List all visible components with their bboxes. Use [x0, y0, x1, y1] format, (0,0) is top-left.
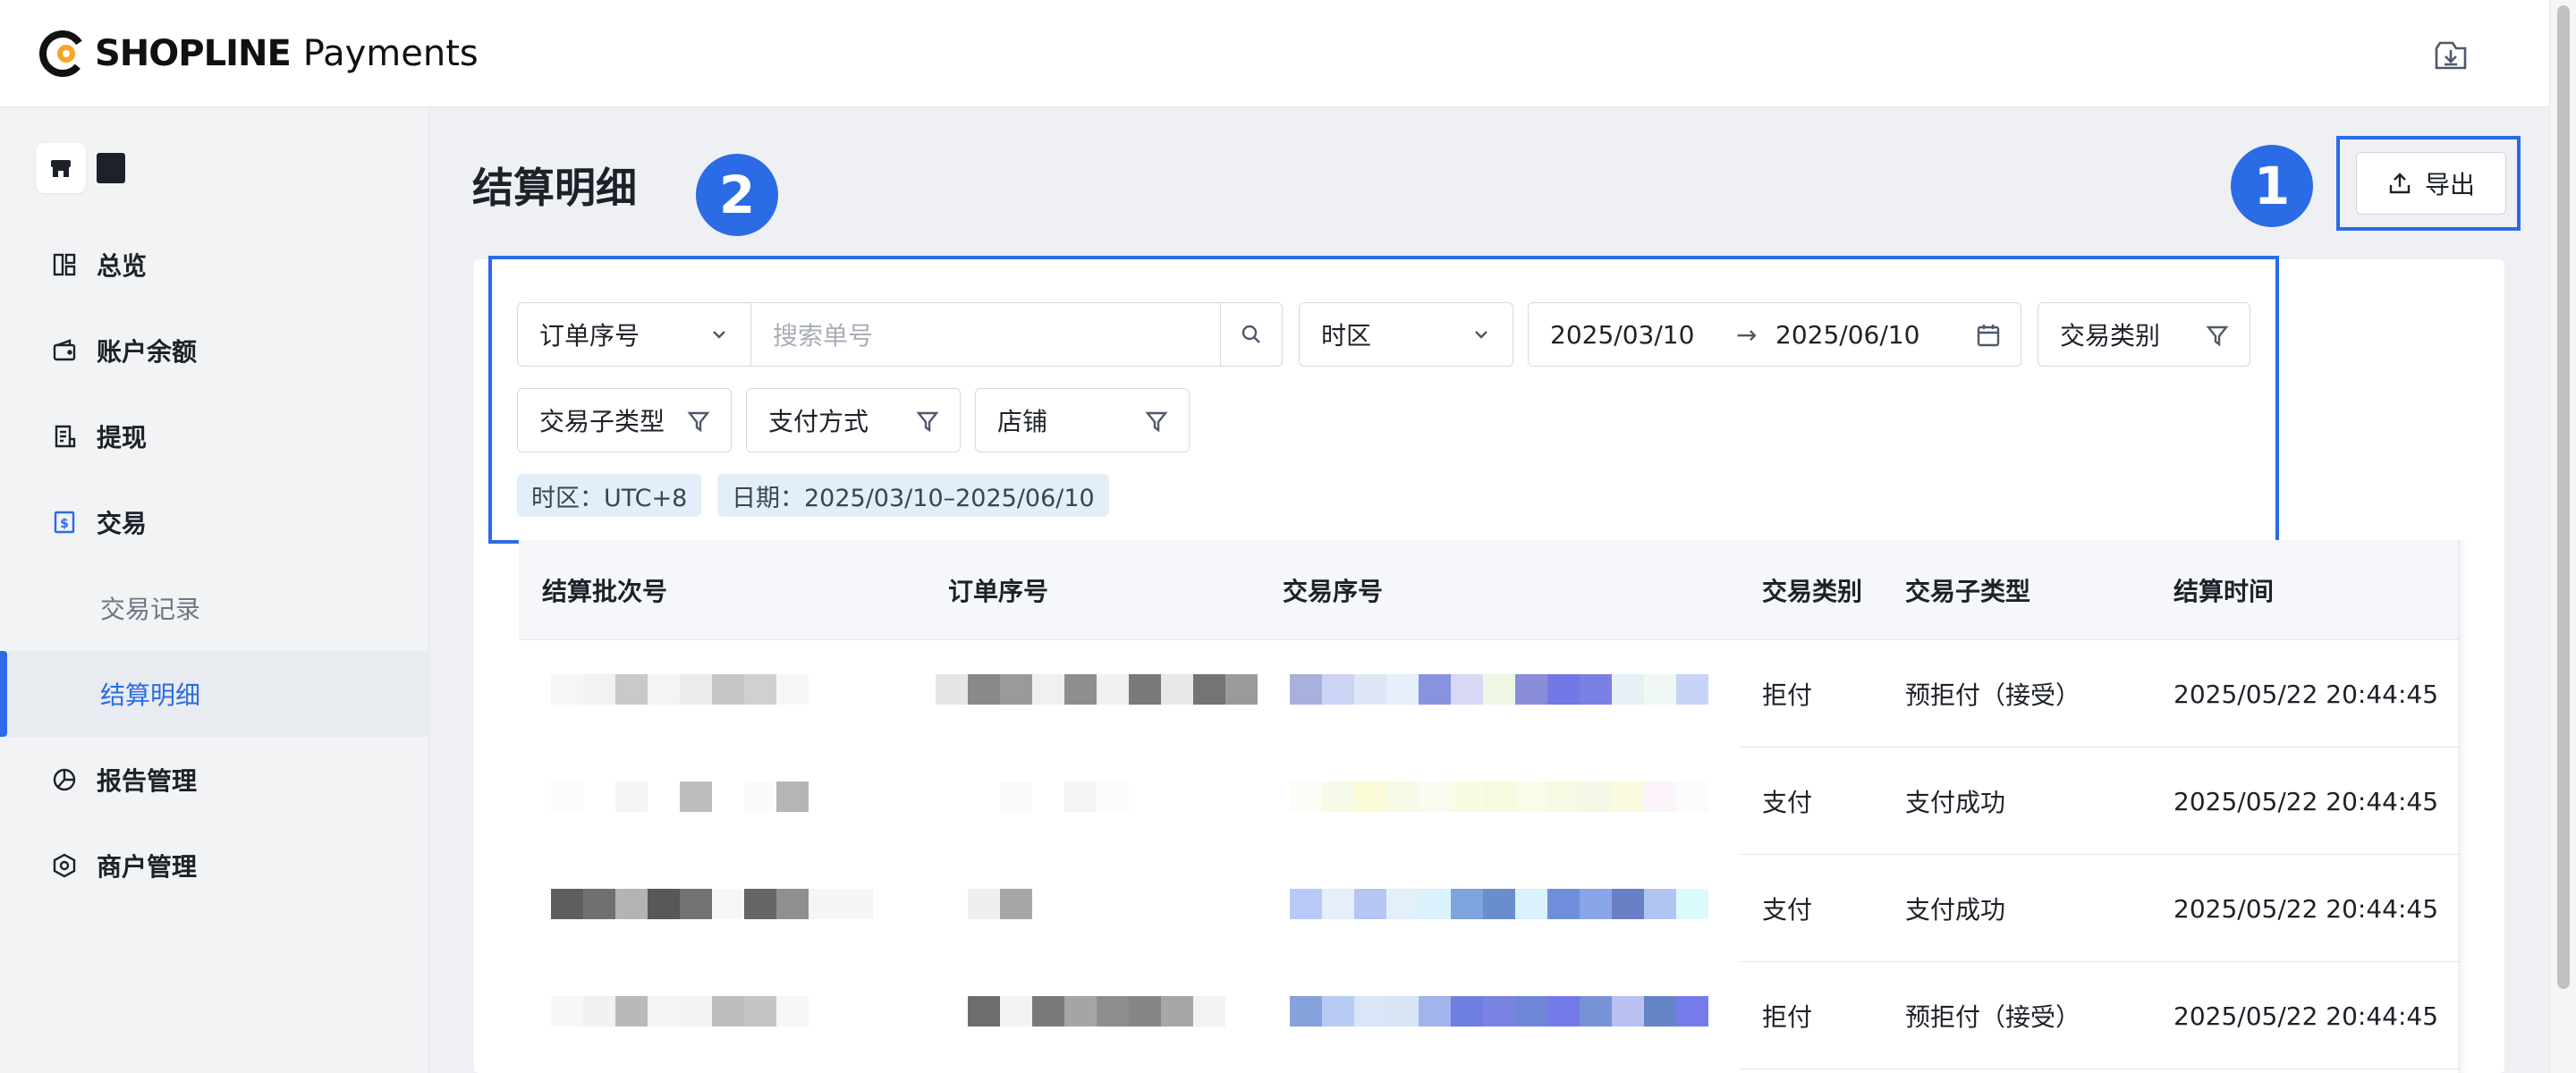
upload-icon: [2387, 171, 2412, 196]
top-bar: SHOPLINE Payments: [0, 0, 2549, 107]
sidebar-item-overview[interactable]: 总览: [0, 222, 429, 308]
page-scrollbar[interactable]: [2549, 0, 2576, 1073]
sidebar-item-settlement-details[interactable]: 结算明细: [0, 651, 429, 737]
sidebar-item-label: 总览: [97, 251, 148, 281]
cell-txn-subtype: 预拒付（接受）: [1905, 1002, 2081, 1032]
column-header-batch: 结算批次号: [542, 577, 668, 606]
column-header-order: 订单序号: [948, 577, 1049, 606]
redacted-txn-id: [1290, 996, 1708, 1027]
sidebar-item-label: 交易记录: [100, 595, 201, 624]
redacted-txn-id: [1290, 674, 1708, 705]
sidebar-item-label: 账户余额: [97, 337, 198, 367]
sidebar-item-label: 商户管理: [97, 852, 198, 882]
column-header-txn-id: 交易序号: [1283, 577, 1384, 606]
withdraw-icon: [50, 422, 79, 451]
sidebar-item-merchant[interactable]: 商户管理: [0, 823, 429, 908]
redacted-txn-id: [1290, 782, 1708, 812]
store-icon: [36, 143, 86, 193]
download-icon[interactable]: [2429, 34, 2472, 77]
brand-name: SHOPLINE: [95, 33, 292, 74]
sidebar-item-label: 结算明细: [100, 680, 201, 710]
redacted-order-id: [936, 889, 1032, 919]
cell-txn-subtype: 预拒付（接受）: [1905, 680, 2081, 710]
redacted-batch-id: [551, 889, 873, 919]
cell-settle-time: 2025/05/22 20:44:45: [2174, 679, 2439, 709]
cell-txn-type: 支付: [1762, 895, 1813, 925]
sidebar-item-transaction-records[interactable]: 交易记录: [0, 565, 429, 651]
table-row[interactable]: 支付 支付成功 2025/05/22 20:44:45: [519, 748, 2460, 855]
wallet-icon: [50, 336, 79, 365]
cell-txn-type: 拒付: [1762, 680, 1813, 710]
redacted-order-id: [936, 674, 1258, 705]
filter-highlight-frame: [488, 256, 2279, 544]
redacted-batch-id: [551, 674, 809, 705]
column-header-settle-time: 结算时间: [2174, 577, 2275, 606]
shopline-logo-icon: [39, 30, 86, 77]
store-switcher[interactable]: [36, 143, 125, 193]
column-header-txn-subtype: 交易子类型: [1905, 577, 2031, 606]
redacted-batch-id: [551, 996, 809, 1027]
table-row[interactable]: 拒付 预拒付（接受） 2025/05/22 20:44:45: [519, 640, 2460, 748]
sidebar-item-reports[interactable]: 报告管理: [0, 737, 429, 823]
cell-txn-type: 支付: [1762, 788, 1813, 817]
export-label: 导出: [2424, 170, 2475, 199]
table-header: 结算批次号 订单序号 交易序号 交易类别 交易子类型 结算时间: [519, 540, 2460, 640]
dashboard-icon: [50, 250, 79, 279]
cell-settle-time: 2025/05/22 20:44:45: [2174, 1001, 2439, 1031]
redacted-batch-id: [551, 782, 809, 812]
redacted-txn-id: [1290, 889, 1708, 919]
sidebar-item-label: 交易: [97, 509, 148, 538]
store-name-redacted: [97, 153, 125, 183]
product-name: Payments: [302, 33, 479, 74]
redacted-order-id: [936, 996, 1225, 1027]
table-scroll-shadow: [2458, 540, 2467, 1073]
cell-txn-type: 拒付: [1762, 1002, 1813, 1032]
redacted-order-id: [936, 782, 1129, 812]
table-row[interactable]: 支付 支付成功 2025/05/22 20:44:45: [519, 855, 2460, 962]
export-button[interactable]: 导出: [2356, 152, 2506, 215]
cell-settle-time: 2025/05/22 20:44:45: [2174, 786, 2439, 816]
export-highlight-frame: 导出: [2336, 136, 2521, 231]
sidebar: 总览 账户余额 提现 $ 交易 交易记录 结算明细 报告管理 商户管理: [0, 107, 429, 1073]
transaction-icon: $: [50, 508, 79, 536]
sidebar-item-label: 报告管理: [97, 766, 198, 796]
report-icon: [50, 765, 79, 794]
scrollbar-thumb[interactable]: [2557, 5, 2570, 989]
table-row[interactable]: 拒付 预拒付（接受） 2025/05/22 20:44:45: [519, 962, 2460, 1069]
cell-settle-time: 2025/05/22 20:44:45: [2174, 893, 2439, 924]
cell-txn-subtype: 支付成功: [1905, 788, 2006, 817]
sidebar-item-transactions[interactable]: $ 交易: [0, 479, 429, 565]
column-header-txn-type: 交易类别: [1762, 577, 1863, 606]
page-title: 结算明细: [472, 164, 637, 212]
annotation-badge-2: 2: [696, 154, 778, 236]
cell-txn-subtype: 支付成功: [1905, 895, 2006, 925]
svg-text:$: $: [60, 517, 69, 531]
sidebar-item-label: 提现: [97, 423, 148, 452]
sidebar-item-balance[interactable]: 账户余额: [0, 308, 429, 393]
merchant-icon: [50, 851, 79, 880]
annotation-badge-1: 1: [2231, 145, 2313, 227]
sidebar-item-withdraw[interactable]: 提现: [0, 393, 429, 479]
active-indicator: [0, 651, 7, 737]
logo[interactable]: SHOPLINE Payments: [39, 27, 479, 80]
